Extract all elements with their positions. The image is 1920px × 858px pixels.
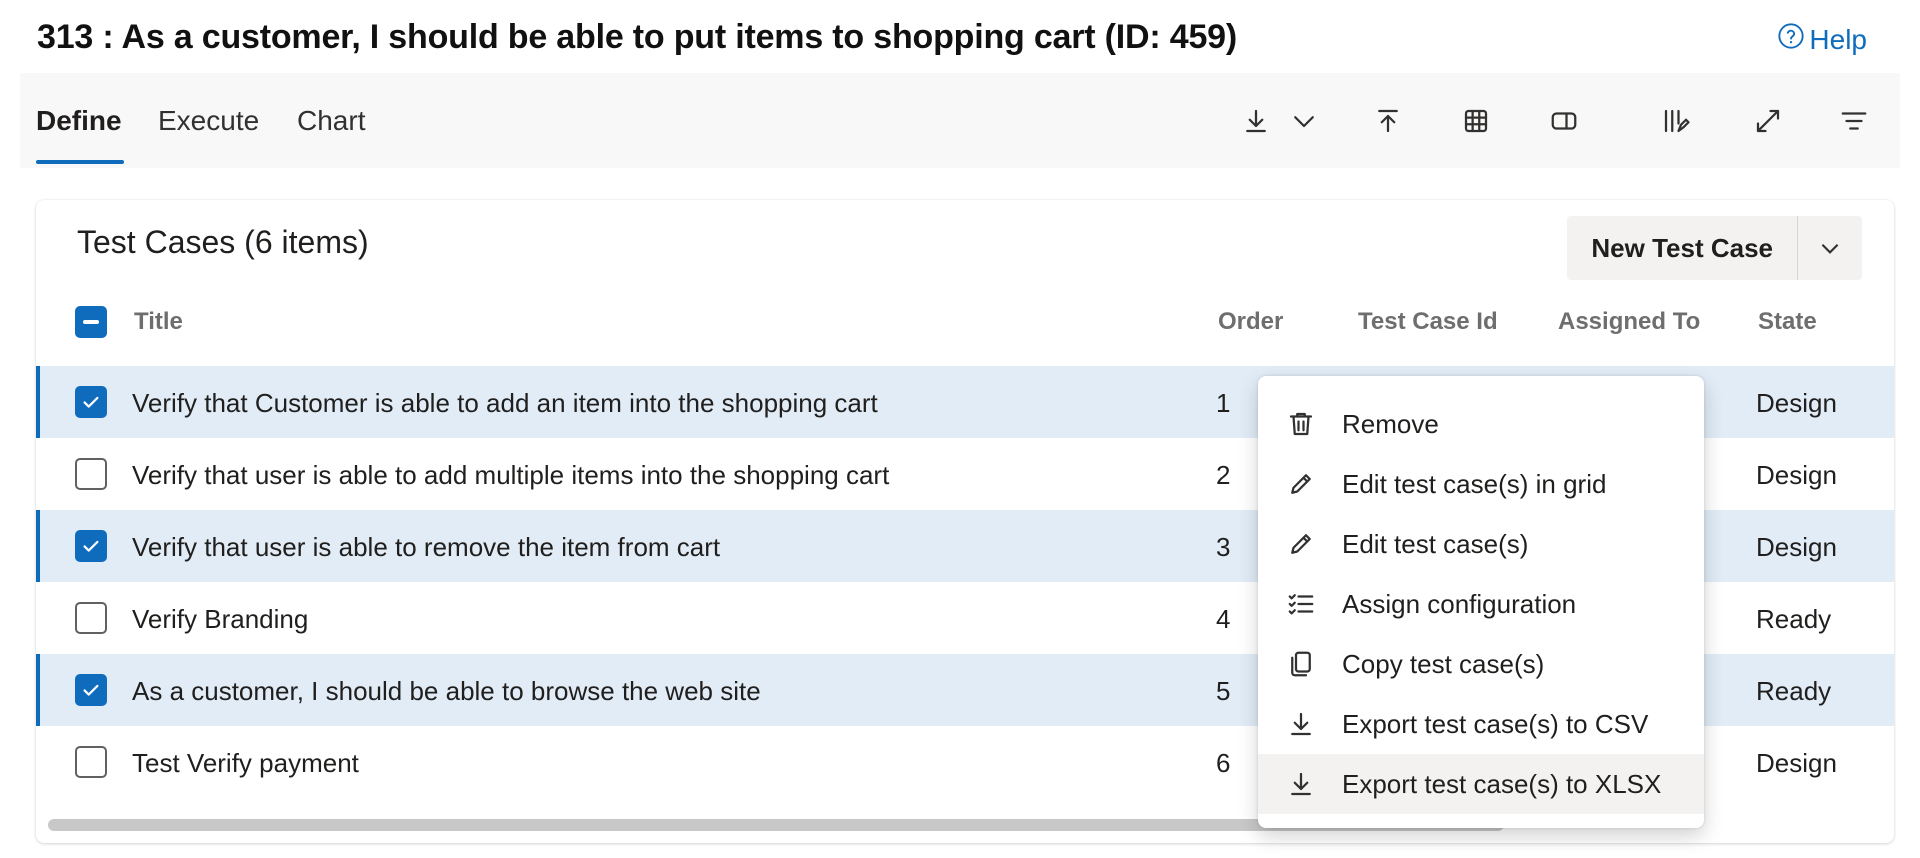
- row-state: Ready: [1756, 676, 1832, 706]
- side-pane-icon[interactable]: [1546, 103, 1582, 139]
- pencil-icon: [1286, 469, 1316, 499]
- row-title: Verify that user is able to remove the i…: [132, 532, 721, 562]
- row-state: Design: [1756, 748, 1837, 778]
- column-header-state[interactable]: State: [1758, 308, 1817, 336]
- row-title: Verify that Customer is able to add an i…: [132, 388, 878, 418]
- chevron-down-icon[interactable]: [1286, 103, 1322, 139]
- checklist-icon: [1286, 589, 1316, 619]
- grid-icon[interactable]: [1458, 103, 1494, 139]
- trash-icon: [1286, 409, 1316, 439]
- tab-define[interactable]: Define: [36, 105, 122, 137]
- context-menu: Remove Edit test case(s) in grid Edit te…: [1258, 376, 1704, 828]
- menu-item-assign-configuration[interactable]: Assign configuration: [1258, 574, 1704, 634]
- column-options-icon[interactable]: [1658, 103, 1694, 139]
- help-link[interactable]: Help: [1777, 22, 1867, 57]
- menu-item-label: Copy test case(s): [1342, 648, 1545, 679]
- table-header: Title Order Test Case Id Assigned To Sta…: [36, 290, 1894, 354]
- menu-item-label: Edit test case(s) in grid: [1342, 468, 1607, 499]
- tab-chart[interactable]: Chart: [297, 105, 365, 137]
- menu-item-export-csv[interactable]: Export test case(s) to CSV: [1258, 694, 1704, 754]
- filter-icon[interactable]: [1836, 103, 1872, 139]
- row-order: 5: [1216, 676, 1231, 706]
- column-header-assigned-to[interactable]: Assigned To: [1558, 308, 1700, 336]
- row-order: 2: [1216, 460, 1231, 490]
- row-title: Verify that user is able to add multiple…: [132, 460, 890, 490]
- fullscreen-icon[interactable]: [1750, 103, 1786, 139]
- row-checkbox[interactable]: [75, 746, 107, 778]
- row-checkbox[interactable]: [75, 530, 107, 562]
- row-state: Ready: [1756, 604, 1832, 634]
- row-title: Verify Branding: [132, 604, 309, 634]
- menu-item-label: Remove: [1342, 408, 1439, 439]
- row-title: As a customer, I should be able to brows…: [132, 676, 761, 706]
- card-title: Test Cases (6 items): [77, 224, 369, 260]
- download-icon[interactable]: [1238, 103, 1274, 139]
- row-order: 3: [1216, 532, 1231, 562]
- row-state: Design: [1756, 532, 1837, 562]
- row-title: Test Verify payment: [132, 748, 359, 778]
- menu-item-label: Export test case(s) to XLSX: [1342, 768, 1662, 799]
- row-order: 6: [1216, 748, 1231, 778]
- column-header-title[interactable]: Title: [134, 308, 183, 336]
- new-test-case-button[interactable]: New Test Case: [1567, 216, 1798, 280]
- download-icon: [1286, 769, 1316, 799]
- active-tab-indicator: [36, 160, 124, 164]
- row-order: 4: [1216, 604, 1231, 634]
- menu-item-edit[interactable]: Edit test case(s): [1258, 514, 1704, 574]
- new-test-case-dropdown-button[interactable]: [1798, 216, 1862, 280]
- row-checkbox[interactable]: [75, 602, 107, 634]
- row-state: Design: [1756, 388, 1837, 418]
- help-label: Help: [1809, 23, 1867, 55]
- menu-item-export-xlsx[interactable]: Export test case(s) to XLSX: [1258, 754, 1704, 814]
- row-checkbox[interactable]: [75, 674, 107, 706]
- row-state: Design: [1756, 460, 1837, 490]
- download-icon: [1286, 709, 1316, 739]
- tab-bar: Define Execute Chart: [20, 73, 1900, 168]
- select-all-checkbox[interactable]: [75, 306, 107, 338]
- menu-item-copy[interactable]: Copy test case(s): [1258, 634, 1704, 694]
- column-header-order[interactable]: Order: [1218, 308, 1283, 336]
- menu-item-label: Assign configuration: [1342, 588, 1577, 619]
- chevron-down-icon: [1821, 243, 1839, 254]
- menu-item-label: Export test case(s) to CSV: [1342, 708, 1649, 739]
- upload-icon[interactable]: [1370, 103, 1406, 139]
- tab-execute[interactable]: Execute: [158, 105, 259, 137]
- copy-icon: [1286, 649, 1316, 679]
- menu-item-remove[interactable]: Remove: [1258, 394, 1704, 454]
- pencil-icon: [1286, 529, 1316, 559]
- row-checkbox[interactable]: [75, 458, 107, 490]
- row-order: 1: [1216, 388, 1231, 418]
- menu-item-edit-in-grid[interactable]: Edit test case(s) in grid: [1258, 454, 1704, 514]
- page-title: 313 : As a customer, I should be able to…: [37, 18, 1238, 56]
- help-icon: [1777, 22, 1805, 57]
- new-test-case-split-button: New Test Case: [1567, 216, 1862, 280]
- menu-item-label: Edit test case(s): [1342, 528, 1529, 559]
- row-checkbox[interactable]: [75, 386, 107, 418]
- column-header-test-case-id[interactable]: Test Case Id: [1358, 308, 1498, 336]
